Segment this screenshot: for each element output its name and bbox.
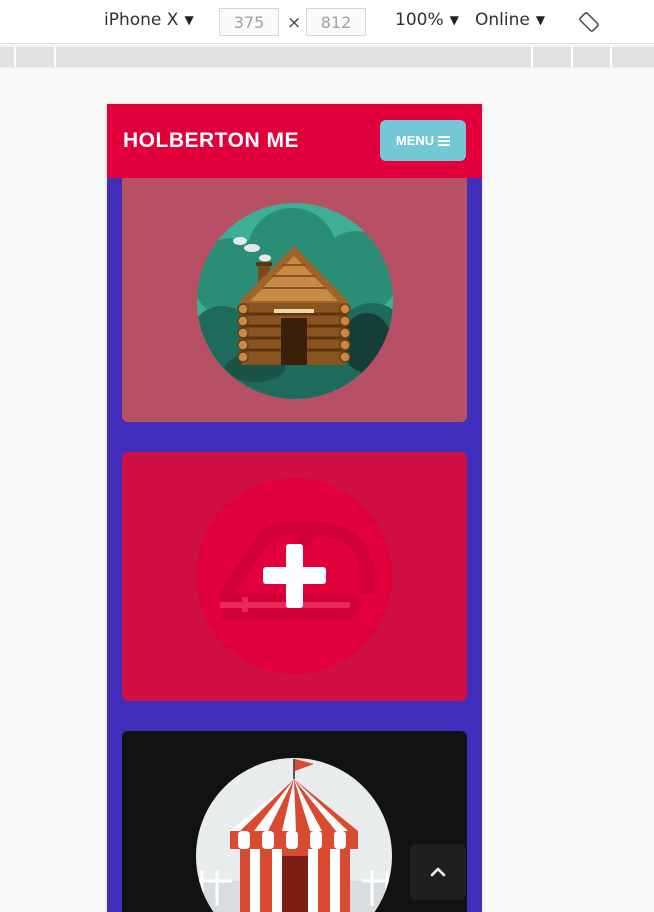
portfolio-card[interactable] [122,452,467,701]
device-name: iPhone X [104,10,179,30]
ruler-divider [54,47,56,67]
ruler-divider [14,47,16,67]
network-value: Online [475,10,530,30]
portfolio-card[interactable] [122,168,467,422]
ruler-divider [571,47,573,67]
device-toolbar: iPhone X ▼ 375 × 812 100% ▼ Online ▼ [0,0,654,44]
network-select[interactable]: Online ▼ [475,10,545,30]
width-input[interactable]: 375 [219,8,279,36]
dimension-separator: × [287,13,302,33]
dropdown-caret-icon: ▼ [449,13,459,27]
chevron-up-icon [430,867,446,877]
media-query-ruler [0,45,654,69]
mobile-viewport: HOLBERTON ME MENU [107,104,482,912]
site-header: HOLBERTON ME MENU [107,104,482,178]
zoom-select[interactable]: 100% ▼ [395,10,459,30]
back-to-top-button[interactable] [410,844,466,900]
rotate-icon[interactable] [578,11,600,33]
hamburger-icon [438,134,451,148]
height-input[interactable]: 812 [306,8,366,36]
menu-label: MENU [395,133,435,148]
dropdown-caret-icon: ▼ [535,13,546,27]
device-select[interactable]: iPhone X ▼ [104,10,194,30]
ruler-bar [0,47,654,67]
menu-button[interactable]: MENU [380,120,466,161]
zoom-value: 100% [395,10,444,30]
log-cabin-icon [197,203,393,399]
dropdown-caret-icon: ▼ [184,13,194,27]
site-brand[interactable]: HOLBERTON ME [123,129,299,153]
ruler-divider [531,47,533,67]
add-icon [196,478,392,674]
ruler-divider [610,47,612,67]
